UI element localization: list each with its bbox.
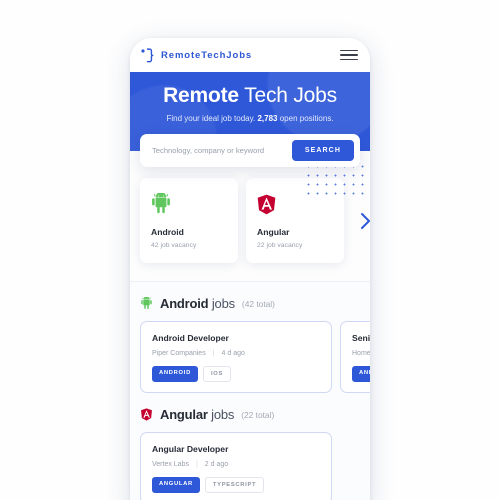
android-robot-icon <box>141 297 152 310</box>
job-section-total: (22 total) <box>241 409 275 420</box>
job-meta: Home Technologies | 6 d ago <box>352 350 370 357</box>
job-section-title-light: jobs <box>207 407 235 423</box>
job-card[interactable]: Senior Android Engineer Home Technologie… <box>340 321 370 394</box>
job-meta-separator: | <box>212 350 215 358</box>
hero-subtitle-suffix: open positions. <box>277 114 334 124</box>
search-bar: SEARCH <box>140 134 360 168</box>
category-icon-wrap <box>151 191 227 217</box>
job-meta: Piper Companies | 4 d ago <box>152 350 320 357</box>
job-title: Android Developer <box>152 333 229 344</box>
job-tag[interactable]: IOS <box>202 366 232 383</box>
job-company: Home Technologies <box>352 350 370 358</box>
job-section-title: Angular jobs <box>160 407 234 422</box>
job-tag[interactable]: TYPESCRIPT <box>204 477 265 494</box>
hero-open-positions-count: 2,783 <box>257 114 278 124</box>
search-button[interactable]: SEARCH <box>291 140 354 162</box>
category-name: Angular <box>257 227 290 238</box>
chevron-right-icon <box>360 212 370 229</box>
dot-grid-decoration <box>304 162 366 196</box>
hero-subtitle: Find your ideal job today. 2,783 open po… <box>130 114 370 123</box>
job-posted-date: 4 d ago <box>221 350 245 358</box>
android-robot-icon <box>152 193 170 214</box>
job-card-row: Angular Developer Vertex Labs | 2 d ago … <box>140 432 370 500</box>
hero-title: Remote Tech Jobs <box>130 84 370 107</box>
canvas: RemoteTechJobs Remote Tech Jobs Find you… <box>0 0 500 500</box>
hero-title-light: Tech Jobs <box>238 84 337 107</box>
angular-shield-icon <box>257 194 276 214</box>
job-section-title-light: jobs <box>208 296 235 312</box>
app-topbar: RemoteTechJobs <box>130 38 370 72</box>
job-section-android: Android jobs (42 total) Android Develope… <box>130 282 370 394</box>
job-tag[interactable]: ANGULAR <box>152 477 200 494</box>
hero-subtitle-prefix: Find your ideal job today. <box>166 114 258 124</box>
job-section-total: (42 total) <box>241 298 275 309</box>
phone-screen: RemoteTechJobs Remote Tech Jobs Find you… <box>130 38 370 500</box>
job-tags: ANGULAR TYPESCRIPT <box>152 477 320 494</box>
job-company: Vertex Labs <box>152 461 189 469</box>
angular-shield-icon <box>141 408 152 421</box>
hero-title-bold: Remote <box>163 84 239 107</box>
sections-band: Android jobs (42 total) Android Develope… <box>130 281 370 500</box>
job-posted-date: 2 d ago <box>204 461 229 469</box>
category-name: Android <box>151 227 184 238</box>
job-section-title-bold: Angular <box>160 407 208 423</box>
job-title: Angular Developer <box>152 444 229 455</box>
search-input[interactable] <box>146 146 286 156</box>
job-section-angular: Angular jobs (22 total) Angular Develope… <box>130 393 370 500</box>
job-tag[interactable]: ANDROID <box>152 366 198 383</box>
bracket-dot-logo-icon <box>141 47 154 62</box>
job-tag[interactable]: ANDROID <box>352 366 370 383</box>
job-tags: ANDROID KOTLIN <box>352 366 370 383</box>
job-section-header: Angular jobs (22 total) <box>140 407 370 422</box>
brand-logo[interactable]: RemoteTechJobs <box>140 47 252 64</box>
category-vacancy-count: 22 job vacancy <box>257 242 303 250</box>
phone-mockup-frame: RemoteTechJobs Remote Tech Jobs Find you… <box>130 38 370 500</box>
job-card[interactable]: Angular Developer Vertex Labs | 2 d ago … <box>140 432 332 500</box>
job-title: Senior Android Engineer <box>352 333 370 344</box>
job-section-title-bold: Android <box>160 296 209 312</box>
hero-banner: Remote Tech Jobs Find your ideal job tod… <box>130 72 370 168</box>
hamburger-menu-icon[interactable] <box>340 49 358 61</box>
category-vacancy-count: 42 job vacancy <box>151 242 197 250</box>
job-company: Piper Companies <box>152 350 206 358</box>
job-meta-separator: | <box>195 461 198 469</box>
job-meta: Vertex Labs | 2 d ago <box>152 461 320 468</box>
job-card-row: Android Developer Piper Companies | 4 d … <box>140 321 370 394</box>
job-section-title: Android jobs <box>160 296 235 311</box>
job-card[interactable]: Android Developer Piper Companies | 4 d … <box>140 321 332 394</box>
brand-name: RemoteTechJobs <box>161 49 253 61</box>
job-tags: ANDROID IOS <box>152 366 320 383</box>
job-section-header: Android jobs (42 total) <box>140 296 370 311</box>
category-card-android[interactable]: Android 42 job vacancy <box>140 178 238 264</box>
